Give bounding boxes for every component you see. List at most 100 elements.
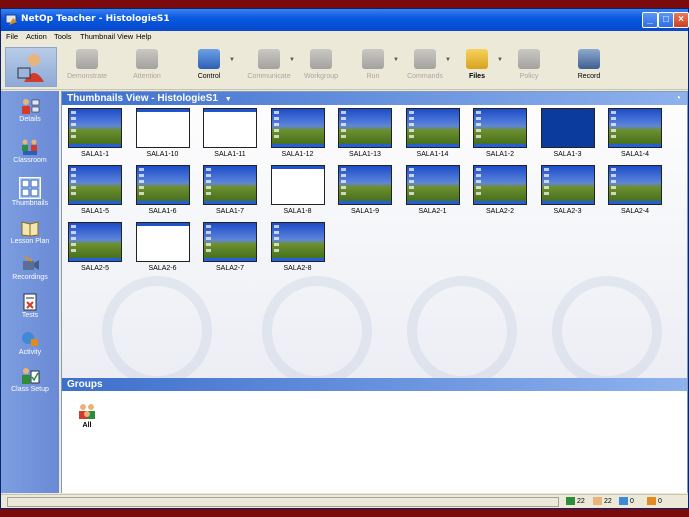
students-icon	[593, 497, 602, 506]
sidebar-item-lesson-plan[interactable]: Lesson Plan	[1, 219, 59, 245]
screen-preview[interactable]	[135, 108, 190, 148]
computer-thumbnail[interactable]: SALA1-14	[405, 108, 461, 158]
background-magnifier-decoration	[102, 276, 212, 378]
computer-thumbnail[interactable]: SALA1-2	[472, 108, 528, 158]
activity-icon	[20, 330, 40, 348]
screen-preview[interactable]	[135, 222, 190, 262]
computer-thumbnail[interactable]: SALA1-5	[67, 165, 123, 215]
computer-thumbnail[interactable]: SALA2-8	[270, 222, 326, 272]
commands-button[interactable]: Commands ▼	[397, 47, 453, 89]
workgroup-button[interactable]: Workgroup	[293, 47, 349, 89]
attention-button[interactable]: Attention	[119, 47, 175, 89]
screen-preview[interactable]	[135, 165, 190, 205]
screen-preview[interactable]	[540, 108, 595, 148]
computer-name: SALA2-2	[485, 208, 515, 215]
close-button[interactable]: ×	[673, 12, 689, 28]
computer-thumbnail[interactable]: SALA1-3	[540, 108, 596, 158]
teacher-avatar-icon[interactable]	[5, 47, 57, 87]
sidebar-item-classroom[interactable]: Classroom	[1, 138, 59, 164]
screen-preview[interactable]	[338, 165, 392, 205]
status-students: 22	[593, 497, 612, 507]
computer-name: SALA1-5	[80, 208, 110, 215]
sidebar-item-activity[interactable]: Activity	[1, 330, 59, 356]
sidebar-item-details[interactable]: Details	[1, 97, 59, 123]
computer-thumbnail[interactable]: SALA1-4	[607, 108, 663, 158]
sidebar-item-class-setup[interactable]: Class Setup	[1, 367, 59, 393]
control-icon	[198, 49, 220, 69]
computer-thumbnail[interactable]: SALA1-13	[337, 108, 393, 158]
screen-preview[interactable]	[203, 222, 257, 262]
activity-status-icon	[647, 497, 656, 506]
computer-name: SALA1-1	[80, 151, 110, 158]
screen-preview[interactable]	[270, 222, 325, 262]
refresh-icon[interactable]: ◔	[675, 92, 681, 105]
screen-preview[interactable]	[473, 165, 527, 205]
tests-status-icon	[619, 497, 628, 506]
screen-preview[interactable]	[203, 165, 257, 205]
computer-thumbnail[interactable]: SALA1-9	[337, 165, 393, 215]
run-button[interactable]: Run ▼	[345, 47, 401, 89]
control-button[interactable]: Control ▼	[181, 47, 237, 89]
screen-preview[interactable]	[540, 165, 595, 205]
computer-name: SALA1-2	[485, 151, 515, 158]
chevron-down-icon[interactable]: ▼	[225, 96, 232, 103]
sidebar-item-recordings[interactable]: Recordings	[1, 255, 59, 281]
screen-preview[interactable]	[608, 165, 662, 205]
toolbar: Demonstrate Attention Control ▼ Communica…	[1, 44, 688, 90]
policy-button[interactable]: Policy	[501, 47, 557, 89]
screen-preview[interactable]	[473, 108, 527, 148]
menu-file[interactable]: File	[6, 32, 18, 41]
screen-preview[interactable]	[608, 108, 662, 148]
computer-thumbnail[interactable]: SALA1-8	[270, 165, 326, 215]
policy-icon	[518, 49, 540, 69]
files-button[interactable]: Files ▼	[449, 47, 505, 89]
screen-preview[interactable]	[68, 165, 122, 205]
menu-thumbnail-view[interactable]: Thumbnail View	[80, 32, 133, 41]
menu-help[interactable]: Help	[136, 32, 151, 41]
minimize-button[interactable]: _	[642, 12, 658, 28]
computer-thumbnail[interactable]: SALA2-5	[67, 222, 123, 272]
menu-action[interactable]: Action	[26, 32, 47, 41]
computer-thumbnail[interactable]: SALA1-1	[67, 108, 123, 158]
menu-tools[interactable]: Tools	[54, 32, 72, 41]
computer-name: SALA1-14	[416, 151, 449, 158]
computer-thumbnail[interactable]: SALA2-6	[135, 222, 191, 272]
maximize-button[interactable]: □	[658, 12, 674, 28]
screen-preview[interactable]	[270, 108, 325, 148]
screen-preview[interactable]	[405, 165, 460, 205]
computer-thumbnail[interactable]: SALA2-7	[202, 222, 258, 272]
thumbnails-view-header[interactable]: Thumbnails View - HistologieS1 ▼ ◔	[62, 92, 687, 105]
computer-thumbnail[interactable]: SALA2-4	[607, 165, 663, 215]
screen-preview[interactable]	[203, 108, 257, 148]
computer-thumbnail[interactable]: SALA1-12	[270, 108, 326, 158]
screen-preview[interactable]	[68, 108, 122, 148]
sidebar-item-tests[interactable]: Tests	[1, 293, 59, 319]
tests-icon	[20, 293, 40, 311]
sidebar-item-thumbnails[interactable]: Thumbnails	[1, 177, 59, 207]
computer-name: SALA1-8	[283, 208, 312, 215]
screen-preview[interactable]	[338, 108, 392, 148]
chevron-down-icon[interactable]: ▼	[229, 57, 235, 63]
computer-thumbnail[interactable]: SALA1-6	[135, 165, 191, 215]
menu-bar: File Action Tools Thumbnail View Help	[1, 31, 688, 43]
group-item-all[interactable]: All	[74, 402, 100, 429]
computer-name: SALA2-3	[553, 208, 582, 215]
computer-thumbnail[interactable]: SALA1-10	[135, 108, 191, 158]
title-bar[interactable]: NetOp Teacher - HistologieS1 _ □ ×	[1, 9, 689, 31]
lesson-plan-icon	[20, 219, 40, 237]
workgroup-icon	[310, 49, 332, 69]
demonstrate-button[interactable]: Demonstrate	[59, 47, 115, 89]
record-button[interactable]: Record	[561, 47, 617, 89]
files-folder-icon	[466, 49, 488, 69]
netop-app-icon[interactable]	[5, 13, 19, 27]
screen-preview[interactable]	[68, 222, 122, 262]
screen-preview[interactable]	[405, 108, 460, 148]
computer-thumbnail[interactable]: SALA2-2	[472, 165, 528, 215]
communicate-button[interactable]: Communicate ▼	[241, 47, 297, 89]
computer-thumbnail[interactable]: SALA1-11	[202, 108, 258, 158]
computer-name: SALA1-6	[148, 208, 177, 215]
screen-preview[interactable]	[270, 165, 325, 205]
computer-thumbnail[interactable]: SALA2-1	[405, 165, 461, 215]
computer-thumbnail[interactable]: SALA2-3	[540, 165, 596, 215]
computer-thumbnail[interactable]: SALA1-7	[202, 165, 258, 215]
